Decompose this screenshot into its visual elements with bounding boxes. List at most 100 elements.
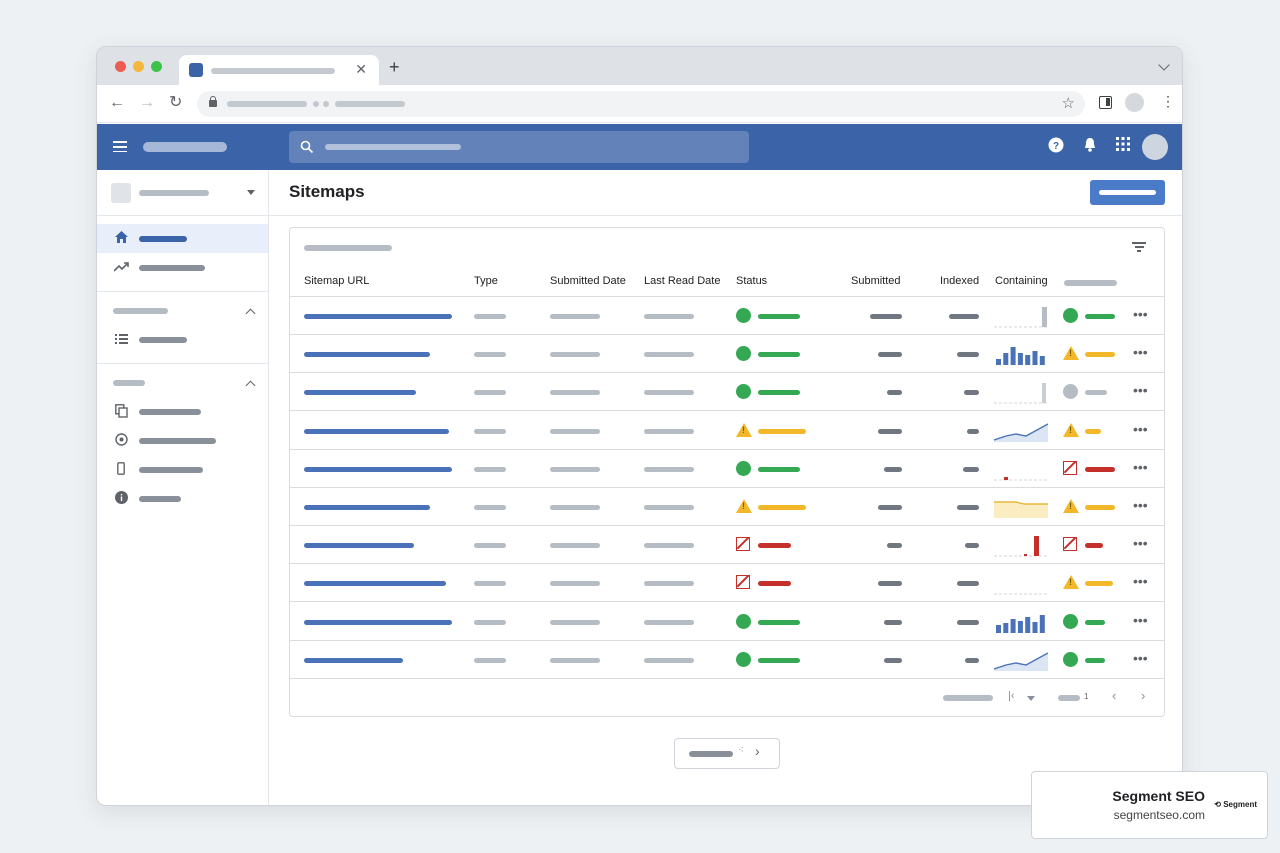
sidebar-item-overview[interactable]	[97, 224, 268, 253]
home-icon	[113, 231, 129, 247]
load-more-button[interactable]: ⁖ ›	[674, 738, 780, 769]
first-page-icon[interactable]: |‹	[1008, 690, 1015, 702]
table-row[interactable]: •••	[290, 526, 1164, 565]
sidebar-section-indexing[interactable]	[97, 296, 268, 325]
browser-menu-icon[interactable]: ⋮	[1161, 94, 1175, 108]
next-page-icon[interactable]: ›	[1141, 688, 1145, 703]
sitemap-url-link[interactable]	[304, 619, 452, 625]
more-icon[interactable]: •••	[1133, 573, 1148, 589]
table-row[interactable]: •••	[290, 335, 1164, 374]
status-error-icon	[1063, 460, 1077, 475]
status-error-icon	[736, 537, 750, 552]
chevron-down-icon[interactable]	[1027, 696, 1035, 701]
more-icon[interactable]: •••	[1133, 497, 1148, 513]
column-header-last-read-date[interactable]: Last Read Date	[644, 275, 720, 287]
last-read-date-cell	[644, 543, 694, 549]
detail-status-label	[1085, 505, 1115, 510]
search-input[interactable]	[289, 131, 749, 163]
sidebar-item-sitemaps[interactable]	[97, 325, 268, 354]
prev-page-icon[interactable]: ‹	[1112, 688, 1116, 703]
indexed-count-cell	[967, 428, 979, 434]
status-label	[758, 543, 791, 549]
detail-status-label	[1085, 657, 1105, 663]
close-window-button[interactable]	[115, 61, 126, 72]
sidebar-item-label	[139, 265, 205, 271]
status-neutral-icon	[1063, 384, 1078, 400]
back-button[interactable]: ←	[109, 94, 125, 112]
more-icon[interactable]: •••	[1133, 344, 1148, 360]
bell-icon[interactable]	[1081, 137, 1099, 155]
submitted-count-cell	[870, 314, 902, 319]
more-icon[interactable]: •••	[1133, 306, 1148, 322]
close-tab-icon[interactable]: ✕	[355, 61, 367, 78]
help-icon[interactable]: ?	[1047, 137, 1065, 155]
sitemap-url-link[interactable]	[304, 314, 452, 319]
sidebar-item-2[interactable]	[97, 426, 268, 455]
column-header-indexed[interactable]: Indexed	[940, 275, 979, 287]
forward-button[interactable]: →	[139, 94, 155, 112]
sidebar-section-experience[interactable]	[97, 368, 268, 397]
sitemap-url-link[interactable]	[304, 505, 430, 510]
add-sitemap-button[interactable]	[1090, 180, 1165, 205]
column-header-status[interactable]: Status	[736, 275, 767, 287]
sidebar-item-1[interactable]	[97, 397, 268, 426]
new-tab-button[interactable]: +	[389, 57, 400, 78]
table-row[interactable]: •••	[290, 488, 1164, 526]
side-panel-icon[interactable]	[1099, 96, 1112, 109]
submitted-count-cell	[884, 657, 902, 663]
indexed-count-cell	[965, 543, 979, 549]
address-bar[interactable]: ☆	[197, 91, 1085, 117]
sidebar-item-performance[interactable]	[97, 253, 268, 282]
reload-button[interactable]: ↻	[169, 94, 182, 112]
browser-tab[interactable]: ✕	[179, 55, 379, 85]
containing-sparkline	[996, 347, 1045, 366]
more-icon[interactable]: •••	[1133, 535, 1148, 551]
sitemap-url-link[interactable]	[304, 466, 452, 472]
table-row[interactable]: •••	[290, 297, 1164, 335]
more-icon[interactable]: •••	[1133, 650, 1148, 666]
column-header-containing[interactable]: Containing	[995, 275, 1048, 287]
column-header-type[interactable]: Type	[474, 275, 498, 287]
table-row[interactable]: •••	[290, 373, 1164, 412]
sitemap-url-link[interactable]	[304, 581, 446, 587]
sidebar-item-4[interactable]	[97, 484, 268, 513]
profile-avatar[interactable]	[1125, 93, 1144, 112]
status-warning-icon	[1063, 346, 1079, 361]
bookmark-star-icon[interactable]: ☆	[1062, 94, 1075, 112]
table-row[interactable]: •••	[290, 641, 1164, 679]
sitemap-url-link[interactable]	[304, 657, 403, 663]
sidebar-item-3[interactable]	[97, 455, 268, 484]
menu-icon[interactable]	[113, 141, 127, 153]
filter-icon[interactable]	[1132, 242, 1146, 252]
maximize-window-button[interactable]	[151, 61, 162, 72]
column-header-submitted[interactable]: Submitted	[851, 275, 901, 287]
column-header-submitted-date[interactable]: Submitted Date	[550, 275, 626, 287]
more-icon[interactable]: •••	[1133, 421, 1148, 437]
detail-status-label	[1085, 619, 1105, 625]
search-icon	[300, 140, 314, 154]
containing-sparkline	[994, 536, 1048, 557]
sitemap-url-link[interactable]	[304, 352, 430, 358]
tab-strip: ✕ +	[97, 47, 1182, 85]
type-cell	[474, 619, 506, 625]
minimize-window-button[interactable]	[133, 61, 144, 72]
status-success-icon	[1063, 308, 1078, 323]
sitemap-url-link[interactable]	[304, 428, 449, 434]
apps-icon[interactable]	[1114, 137, 1132, 155]
sitemap-url-link[interactable]	[304, 390, 416, 396]
type-cell	[474, 581, 506, 587]
settings-icon	[113, 433, 129, 449]
more-icon[interactable]: •••	[1133, 612, 1148, 628]
more-icon[interactable]: •••	[1133, 459, 1148, 475]
table-row[interactable]: •••	[290, 412, 1164, 450]
column-header-sitemap-url[interactable]: Sitemap URL	[304, 275, 369, 287]
property-selector[interactable]	[97, 170, 268, 216]
more-icon[interactable]: •••	[1133, 382, 1148, 398]
tab-search-chevron-icon[interactable]	[1158, 59, 1170, 71]
table-row[interactable]: •••	[290, 450, 1164, 488]
table-row[interactable]: •••	[290, 603, 1164, 641]
table-row[interactable]: •••	[290, 564, 1164, 603]
section-label	[113, 308, 168, 314]
sitemap-url-link[interactable]	[304, 543, 414, 549]
user-avatar[interactable]	[1142, 134, 1168, 160]
